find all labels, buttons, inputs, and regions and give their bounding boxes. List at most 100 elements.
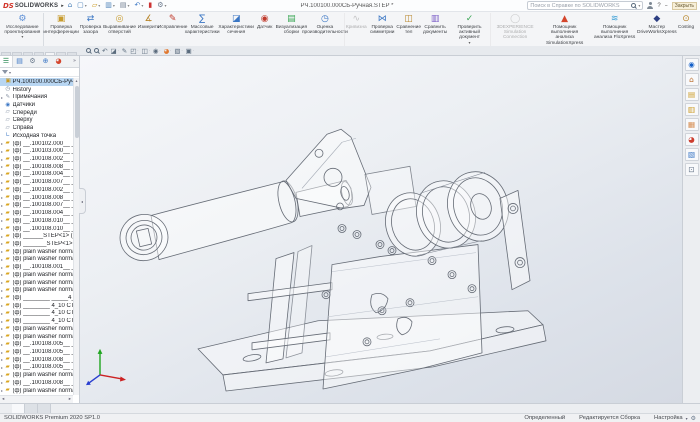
tab-mbd[interactable]: [67, 52, 77, 55]
driveworksxpress-button[interactable]: ◆ Мастер DriveWorksXpress: [640, 13, 674, 46]
tree-item[interactable]: (ф) __.100108.002__ ________: [0, 186, 73, 194]
curvature-button[interactable]: ∿ Кривизна: [344, 13, 368, 46]
forum-icon[interactable]: ⊡: [685, 163, 699, 176]
sensor-button[interactable]: ◉ Датчик: [253, 13, 277, 46]
graphics-viewport[interactable]: [80, 56, 682, 403]
scrollbar-thumb[interactable]: [75, 86, 79, 138]
save-icon[interactable]: ▥▾: [105, 1, 115, 10]
tree-item[interactable]: History: [0, 86, 73, 94]
panel-collapse-handle[interactable]: ◂: [79, 188, 86, 214]
propertymanager-tab[interactable]: ▤: [13, 56, 26, 67]
apply-scene-icon[interactable]: ▧·: [174, 47, 182, 55]
options-icon[interactable]: ⚙▾: [157, 1, 166, 10]
dynamic-annotation-icon[interactable]: ✎: [122, 47, 127, 55]
view-orientation-icon[interactable]: ◰·: [130, 47, 138, 55]
tree-item[interactable]: (ф) __.100108.008__ _______: [0, 194, 73, 202]
tree-horizontal-scrollbar[interactable]: ◂ ▸: [0, 395, 73, 403]
tree-item[interactable]: (ф) __.100102.000__ __ ______: [0, 140, 73, 148]
tree-item[interactable]: (ф) __.100108.002__ ________: [0, 155, 73, 163]
tree-item[interactable]: (ф) __.100108.001__ ____STEP<: [0, 263, 73, 271]
tab-3d-views[interactable]: [25, 404, 38, 413]
symmetry-check-button[interactable]: ⋈ Проверка симметрии: [368, 13, 397, 46]
home-icon[interactable]: ⌂: [68, 1, 72, 10]
compare-bodies-button[interactable]: ◫ Сравнение тел: [397, 13, 421, 46]
section-properties-button[interactable]: ◪ Характеристики сечения: [220, 13, 253, 46]
tree-item[interactable]: (ф) ________ 4_10 СТ2Н: [0, 310, 73, 318]
tree-item[interactable]: (ф) __.100108.010__ _______: [0, 217, 73, 225]
tab-sketch[interactable]: [23, 52, 33, 55]
performance-evaluation-button[interactable]: ◷ Оценка производительности: [306, 13, 344, 46]
mass-properties-button[interactable]: ∑ Массовые характеристики: [185, 13, 220, 46]
settings-menu[interactable]: Настройка ▾ ⚙: [654, 415, 696, 422]
tree-item[interactable]: (ф) __.100108.005__ ___STEP<2: [0, 348, 73, 356]
help-button[interactable]: ?: [657, 3, 660, 9]
tree-item[interactable]: (ф) plain washer normal grade: [0, 279, 73, 287]
tab-addins[interactable]: [56, 52, 66, 55]
floxpress-button[interactable]: ≋ Помощник выполнения анализа FloXpress: [590, 13, 640, 46]
search-icon[interactable]: [631, 3, 636, 8]
tree-item[interactable]: (ф) __.100108.008__ _______: [0, 163, 73, 171]
tab-animation1[interactable]: [38, 404, 51, 413]
tree-item[interactable]: Спереди: [0, 109, 73, 117]
markup-button[interactable]: ✎ Исправление: [161, 13, 185, 46]
file-explorer-icon[interactable]: ▥: [685, 103, 699, 116]
tree-item[interactable]: Сверху: [0, 117, 73, 125]
tree-item[interactable]: РЧ.100100.000СБ-Ручная.STEP (По: [0, 78, 73, 86]
zoom-to-fit-icon[interactable]: [86, 48, 91, 53]
tree-item[interactable]: Датчики: [0, 101, 73, 109]
scroll-right-icon[interactable]: ▸: [69, 397, 71, 402]
simulationxpress-button[interactable]: ▲ Помощник выполнения анализа Simulation…: [540, 13, 590, 46]
search-caret-icon[interactable]: ▾: [638, 3, 640, 8]
tree-item[interactable]: Примечания: [0, 93, 73, 101]
tree-vertical-scrollbar[interactable]: ▴: [73, 78, 79, 395]
menu-expand-arrow[interactable]: ▸: [61, 3, 64, 9]
tree-item[interactable]: (ф) ________ _____4_10 СТ2Н: [0, 294, 73, 302]
tab-layout[interactable]: [12, 52, 22, 55]
dimxpertmanager-tab[interactable]: ⊕: [39, 56, 52, 67]
tree-item[interactable]: (ф) plain washer normal grade: [0, 286, 73, 294]
tree-item[interactable]: (ф) __.100108.005__ _____-01.STE: [0, 364, 73, 372]
tree-item[interactable]: Исходная точка: [0, 132, 73, 140]
tree-item[interactable]: (ф) __.100108.008__ ___STEP<2>: [0, 379, 73, 387]
view-palette-icon[interactable]: ▦: [685, 118, 699, 131]
open-file-icon[interactable]: ▱▾: [92, 1, 100, 10]
tree-item[interactable]: (ф) plain washer normal grade: [0, 248, 73, 256]
tree-item[interactable]: (ф) plain washer normal grade: [0, 325, 73, 333]
3dexperience-simulation-button[interactable]: ◯ 3DEXPERIENCE Simulation Connection: [490, 13, 540, 46]
hole-alignment-button[interactable]: ◎ Выравнивание отверстий: [103, 13, 137, 46]
tree-item[interactable]: (ф) plain washer normal grade: [0, 271, 73, 279]
close-button[interactable]: Закрыть: [672, 2, 697, 10]
clearance-check-button[interactable]: ⇄ Проверка зазора: [79, 13, 103, 46]
appearances-icon[interactable]: ◕: [685, 133, 699, 146]
tree-item[interactable]: (ф) __.100108.010__ ______,: [0, 225, 73, 233]
section-view-icon[interactable]: ◪·: [110, 47, 118, 55]
scroll-up-icon[interactable]: ▴: [75, 78, 77, 83]
tree-item[interactable]: (ф) __.100108.004__ _____ST: [0, 171, 73, 179]
costing-button[interactable]: ⊙ Costing: [674, 13, 698, 46]
tree-item[interactable]: (ф) plain washer normal grade: [0, 371, 73, 379]
search-input[interactable]: Поиск в Справке по SOLIDWORKS ▾: [527, 1, 643, 10]
tree-item[interactable]: Справа: [0, 124, 73, 132]
tree-item[interactable]: (ф) __.100108.007__ ___STEP<2: [0, 202, 73, 210]
print-icon[interactable]: ▤▾: [120, 1, 130, 10]
3dexperience-marketplace-icon[interactable]: ◉: [685, 58, 699, 71]
check-active-document-button[interactable]: ✓ Проверить активный документ: [449, 13, 489, 46]
tree-item[interactable]: (ф) plain washer normal grade: [0, 333, 73, 341]
tree-item[interactable]: (ф) ________ 4_10 СТ2Н: [0, 302, 73, 310]
configurationmanager-tab[interactable]: ⚙: [26, 56, 39, 67]
custom-properties-icon[interactable]: ▧: [685, 148, 699, 161]
tree-item[interactable]: (ф) __.100108.005__ ____STEP<1: [0, 340, 73, 348]
design-study-button[interactable]: ⚙ Исследование проектирования: [2, 13, 43, 46]
interference-check-button[interactable]: ▣ Проверка интерференции: [43, 13, 79, 46]
edit-appearance-icon[interactable]: ◕·: [164, 47, 172, 55]
rebuild-icon[interactable]: ▮: [148, 1, 152, 10]
tree-item[interactable]: (ф) __.100108.004__ ____ST: [0, 209, 73, 217]
filter-caret-icon[interactable]: ▾: [9, 70, 11, 75]
display-style-icon[interactable]: ◫·: [141, 47, 149, 55]
tab-markup[interactable]: [34, 52, 44, 55]
tab-model[interactable]: [12, 404, 25, 413]
featuremanager-tree-tab[interactable]: ☰: [0, 56, 13, 67]
displaymanager-tab[interactable]: ◕: [52, 56, 65, 67]
tree-item[interactable]: (ф) __.100103.000__ __ _____): [0, 147, 73, 155]
solidworks-resources-icon[interactable]: ⌂: [685, 73, 699, 86]
